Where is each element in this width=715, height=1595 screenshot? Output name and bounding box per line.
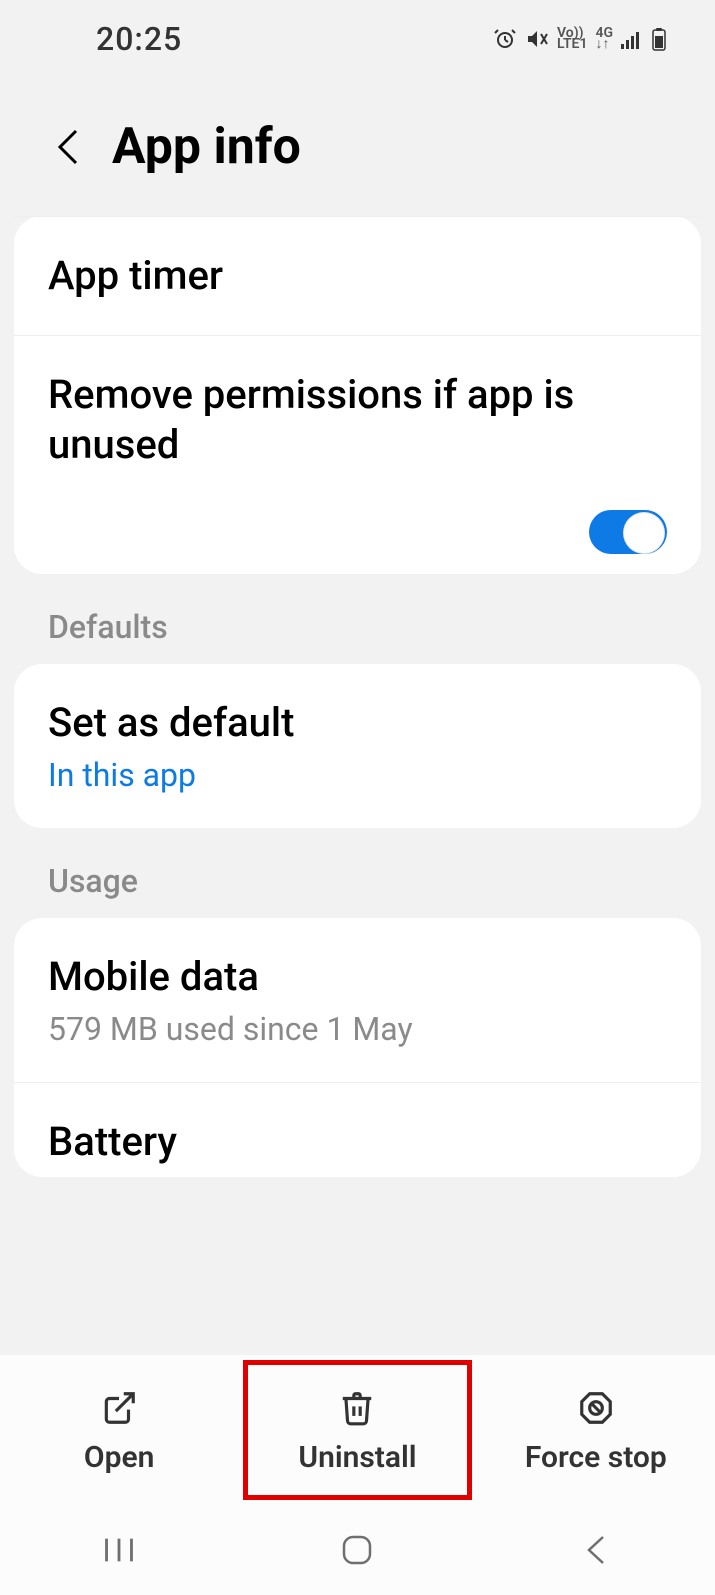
status-bar: 20:25 Vo)) LTE1 4G ↓↑: [0, 0, 715, 78]
recents-button[interactable]: [89, 1530, 149, 1570]
forbid-icon: [574, 1386, 618, 1430]
remove-permissions-label: Remove permissions if app is unused: [48, 370, 667, 470]
back-button[interactable]: [48, 127, 88, 167]
remove-permissions-toggle-wrap: [14, 480, 701, 574]
page-title: App info: [112, 118, 301, 176]
system-nav-bar: [0, 1505, 715, 1595]
home-button[interactable]: [327, 1530, 387, 1570]
force-stop-label: Force stop: [525, 1440, 667, 1475]
mobile-data-sub: 579 MB used since 1 May: [48, 1010, 667, 1048]
alarm-icon: [493, 27, 517, 51]
network-indicator: 4G ↓↑: [595, 28, 613, 50]
set-as-default-label: Set as default: [48, 698, 667, 748]
volte-bot: LTE1: [557, 39, 587, 50]
remove-permissions-toggle[interactable]: [589, 510, 667, 554]
section-usage-label: Usage: [0, 828, 715, 918]
open-label: Open: [84, 1440, 154, 1475]
nav-back-button[interactable]: [566, 1530, 626, 1570]
force-stop-button[interactable]: Force stop: [477, 1355, 715, 1505]
open-icon: [97, 1386, 141, 1430]
data-arrows-icon: ↓↑: [595, 39, 613, 50]
signal-icon: [621, 29, 643, 49]
vibrate-muted-icon: [525, 27, 549, 51]
row-battery[interactable]: Battery: [14, 1082, 701, 1177]
clock-time: 20:25: [96, 20, 182, 58]
card-usage-controls: App timer Remove permissions if app is u…: [14, 216, 701, 574]
status-icons: Vo)) LTE1 4G ↓↑: [493, 27, 667, 51]
row-set-as-default[interactable]: Set as default In this app: [14, 664, 701, 828]
app-timer-label: App timer: [48, 251, 667, 301]
uninstall-label: Uninstall: [298, 1440, 416, 1475]
card-usage: Mobile data 579 MB used since 1 May Batt…: [14, 918, 701, 1177]
page-header: App info: [0, 78, 715, 216]
bottom-action-bar: Open Uninstall Force stop: [0, 1355, 715, 1505]
mobile-data-label: Mobile data: [48, 952, 667, 1002]
section-defaults-label: Defaults: [0, 574, 715, 664]
card-defaults: Set as default In this app: [14, 664, 701, 828]
battery-icon: [651, 27, 667, 51]
set-as-default-sub: In this app: [48, 756, 667, 794]
row-app-timer[interactable]: App timer: [14, 216, 701, 335]
battery-label: Battery: [48, 1117, 667, 1167]
volte-indicator: Vo)) LTE1: [557, 28, 587, 50]
row-remove-permissions[interactable]: Remove permissions if app is unused: [14, 335, 701, 480]
trash-icon: [335, 1386, 379, 1430]
row-mobile-data[interactable]: Mobile data 579 MB used since 1 May: [14, 918, 701, 1082]
open-button[interactable]: Open: [0, 1355, 238, 1505]
uninstall-button[interactable]: Uninstall: [238, 1355, 476, 1505]
